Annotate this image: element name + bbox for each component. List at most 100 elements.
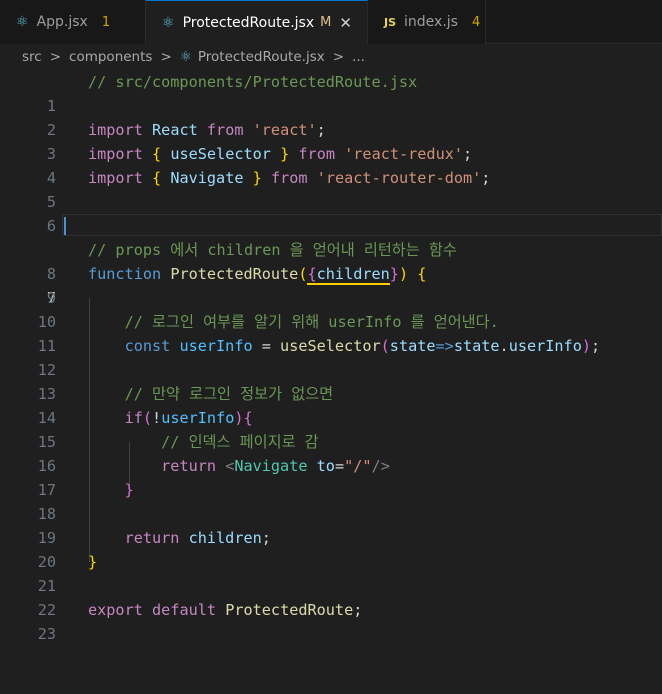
js-icon: JS <box>384 15 397 29</box>
code-line: 15 if(!userInfo){ <box>0 406 662 451</box>
bracket: } <box>280 145 290 163</box>
react-icon: ⚛ <box>162 14 175 31</box>
punctuation: ; <box>463 145 473 163</box>
code-line: 5 import { Navigate } from 'react-router… <box>0 166 662 211</box>
bracket: } <box>252 169 262 187</box>
text-cursor <box>64 217 66 235</box>
bracket: { <box>243 409 253 427</box>
code-comment: // 로그인 여부를 알기 위해 userInfo 를 얻어낸다. <box>124 313 499 331</box>
code-comment: // src/components/ProtectedRoute.jsx <box>88 73 418 91</box>
punctuation: ; <box>591 337 601 355</box>
tab-index-js[interactable]: JS index.js 4 <box>368 0 486 44</box>
keyword: default <box>152 601 217 619</box>
code-line: 23 export default ProtectedRoute; <box>0 598 662 643</box>
jsx-tag: Navigate <box>234 457 308 475</box>
keyword: const <box>124 337 171 355</box>
code-line: 3 import React from 'react'; <box>0 118 662 163</box>
breadcrumb-item-file[interactable]: ProtectedRoute.jsx <box>198 49 325 65</box>
punctuation: . <box>499 337 509 355</box>
jsx-attribute: to <box>316 457 335 475</box>
bracket: ) <box>581 337 591 355</box>
property: userInfo <box>508 337 582 355</box>
punctuation: ; <box>316 121 326 139</box>
keyword: from <box>270 169 308 187</box>
punctuation: ; <box>261 529 271 547</box>
keyword: import <box>88 169 143 187</box>
string: 'react-router-dom' <box>316 169 482 187</box>
editor-tab-bar: ⚛ App.jsx 1 ⚛ ProtectedRoute.jsx M ✕ JS … <box>0 0 662 45</box>
code-line: 2 <box>0 94 662 139</box>
arrow-operator: => <box>435 337 454 355</box>
keyword: return <box>161 457 217 475</box>
line-number: 23 <box>37 625 56 643</box>
code-line: 10 <box>0 286 662 331</box>
breadcrumb-item-src[interactable]: src <box>22 49 42 65</box>
keyword: export <box>88 601 143 619</box>
variable: userInfo <box>179 337 253 355</box>
breadcrumb: src > components > ⚛ ProtectedRoute.jsx … <box>0 44 662 70</box>
operator: = <box>252 337 281 355</box>
tab-app-jsx[interactable]: ⚛ App.jsx 1 <box>0 0 146 44</box>
code-line: 12 const userInfo = useSelector(state=>s… <box>0 334 662 379</box>
bracket: ) <box>234 409 244 427</box>
function-call: useSelector <box>280 337 381 355</box>
breadcrumb-item-components[interactable]: components <box>69 49 152 65</box>
chevron-right-icon: > <box>160 49 172 65</box>
code-line: 14 // 만약 로그인 정보가 없으면 <box>0 382 662 427</box>
identifier: children <box>188 529 262 547</box>
code-line: 13 <box>0 358 662 403</box>
bracket: } <box>124 481 134 499</box>
code-line: 17 return <Navigate to="/"/> <box>0 454 662 499</box>
close-icon[interactable]: ✕ <box>339 14 352 32</box>
chevron-right-icon: > <box>49 49 62 65</box>
string: 'react-redux' <box>344 145 464 163</box>
code-line: 6 <box>0 190 662 235</box>
problems-badge: 4 <box>471 14 481 30</box>
code-line: 20 return children; <box>0 526 662 571</box>
code-comment: // 인덱스 페이지로 감 <box>161 433 319 451</box>
tab-label: ProtectedRoute.jsx <box>182 14 315 31</box>
operator: = <box>334 457 345 475</box>
keyword: import <box>88 121 143 139</box>
code-line: 4 import { useSelector } from 'react-red… <box>0 142 662 187</box>
tab-protectedroute-jsx[interactable]: ⚛ ProtectedRoute.jsx M ✕ <box>146 0 368 45</box>
bracket: ) <box>398 265 409 283</box>
code-line: 9 function ProtectedRoute({children}) { <box>0 262 662 307</box>
current-line-highlight <box>62 214 662 236</box>
punctuation: ; <box>481 169 491 187</box>
react-icon: ⚛ <box>179 49 192 65</box>
identifier: React <box>152 121 198 139</box>
code-line: 18 } <box>0 478 662 523</box>
bracket: { <box>307 265 317 283</box>
breadcrumb-item-symbols[interactable]: ... <box>352 49 365 65</box>
bracket: ( <box>380 337 390 355</box>
code-line: 16 // 인덱스 페이지로 감 <box>0 430 662 475</box>
chevron-right-icon: > <box>332 49 345 65</box>
code-comment: // 만약 로그인 정보가 없으면 <box>124 385 334 403</box>
string: 'react' <box>252 121 317 139</box>
tab-label: index.js <box>404 14 458 30</box>
punctuation: ; <box>353 601 363 619</box>
current-code-line: 7 <box>0 214 662 307</box>
function-name: ProtectedRoute <box>225 601 354 619</box>
code-editor[interactable]: 1 // src/components/ProtectedRoute.jsx 2… <box>0 70 662 643</box>
react-icon: ⚛ <box>16 14 29 30</box>
code-line: 21 } <box>0 550 662 595</box>
variable: userInfo <box>161 409 235 427</box>
parameter: children <box>316 265 390 283</box>
identifier: state <box>453 337 500 355</box>
bracket: } <box>389 265 399 283</box>
operator: ! <box>152 409 162 427</box>
code-line: 11 // 로그인 여부를 알기 위해 userInfo 를 얻어낸다. <box>0 310 662 355</box>
keyword: if <box>124 409 143 427</box>
code-line: 1 // src/components/ProtectedRoute.jsx <box>0 70 662 115</box>
keyword: from <box>298 145 335 163</box>
identifier: Navigate <box>170 169 244 187</box>
bracket: { <box>152 145 162 163</box>
keyword: from <box>206 121 244 139</box>
identifier: useSelector <box>170 145 271 163</box>
code-line: 8 // props 에서 children 을 얻어내 리턴하는 함수 <box>0 238 662 283</box>
problems-badge: 1 <box>101 14 111 30</box>
string: "/" <box>344 457 372 475</box>
bracket: ( <box>142 409 153 427</box>
